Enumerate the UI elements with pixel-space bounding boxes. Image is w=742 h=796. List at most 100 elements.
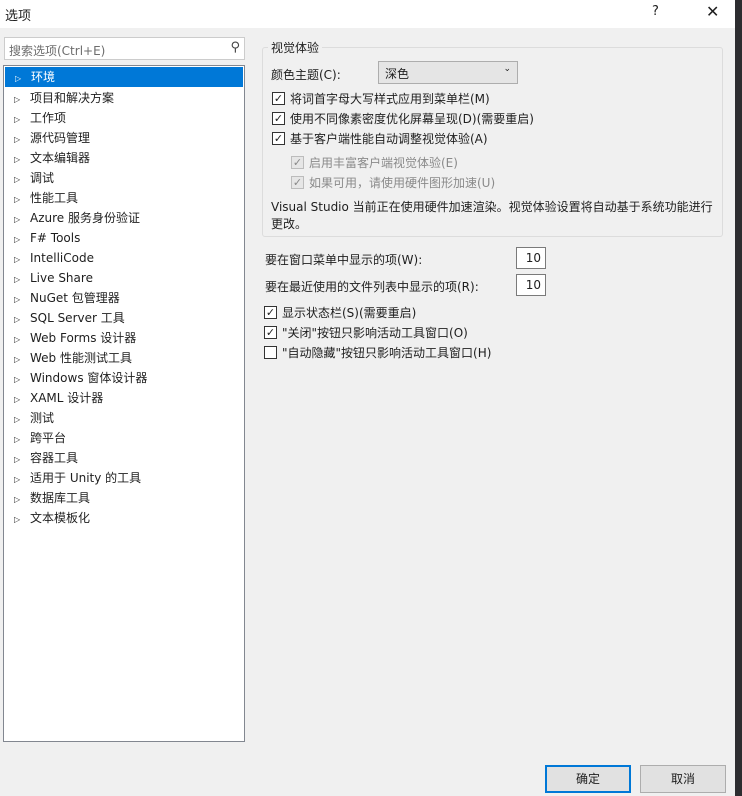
expand-arrow-icon[interactable]: ▷ [14,350,30,370]
expand-arrow-icon[interactable]: ▷ [14,230,30,250]
checkbox-icon[interactable]: ✓ [291,156,304,169]
tree-item-label: 跨平台 [30,431,67,445]
tree-item-label: 测试 [30,411,55,425]
tree-item-label: NuGet 包管理器 [30,291,120,305]
tree-item[interactable]: ▷ 工作项 [4,108,244,128]
option-checkbox[interactable]: ✓ 基于客户端性能自动调整视觉体验(A) [272,130,488,147]
tree-item[interactable]: ▷ Web 性能测试工具 [4,348,244,368]
checkbox-icon[interactable] [264,346,277,359]
tree-item-label: SQL Server 工具 [30,311,125,325]
option-checkbox[interactable]: ✓ 显示状态栏(S)(需要重启) [264,304,416,321]
expand-arrow-icon[interactable]: ▷ [14,370,30,390]
expand-arrow-icon[interactable]: ▷ [14,490,30,510]
tree-item[interactable]: ▷ F# Tools [4,228,244,248]
tree-item-label: 文本编辑器 [30,151,91,165]
checkbox-label: 启用丰富客户端视觉体验(E) [309,156,458,170]
tree-item-label: F# Tools [30,231,81,245]
tree-item[interactable]: ▷ 适用于 Unity 的工具 [4,468,244,488]
option-checkbox: ✓ 如果可用，请使用硬件图形加速(U) [291,174,495,191]
cancel-button[interactable]: 取消 [640,765,726,793]
expand-arrow-icon[interactable]: ▷ [14,270,30,290]
checkbox-label: 如果可用，请使用硬件图形加速(U) [309,176,496,190]
expand-arrow-icon[interactable]: ▷ [14,310,30,330]
tree-item[interactable]: ▷ 容器工具 [4,448,244,468]
expand-arrow-icon[interactable]: ▷ [14,150,30,170]
window-menu-count-input[interactable]: 10 [516,247,546,269]
tree-item-label: 容器工具 [30,451,79,465]
checkbox-label: "关闭"按钮只影响活动工具窗口(O) [282,326,468,340]
option-checkbox[interactable]: ✓ 使用不同像素密度优化屏幕呈现(D)(需要重启) [272,110,534,127]
expand-arrow-icon[interactable]: ▷ [14,130,30,150]
help-button[interactable]: ? [652,4,659,19]
tree-item[interactable]: ▷ 环境 [5,67,243,87]
tree-item-label: 工作项 [30,111,67,125]
expand-arrow-icon[interactable]: ▷ [14,390,30,410]
tree-item-label: Web 性能测试工具 [30,351,132,365]
tree-item-label: 性能工具 [30,191,79,205]
tree-item-label: 调试 [30,171,55,185]
tree-item-label: Live Share [30,271,93,285]
checkbox-icon[interactable]: ✓ [272,132,285,145]
tree-item[interactable]: ▷ IntelliCode [4,248,244,268]
tree-item[interactable]: ▷ Azure 服务身份验证 [4,208,244,228]
ok-button[interactable]: 确定 [545,765,631,793]
tree-item[interactable]: ▷ 调试 [4,168,244,188]
expand-arrow-icon[interactable]: ▷ [14,430,30,450]
search-placeholder: 搜索选项(Ctrl+E) [9,44,106,58]
group-label: 视觉体验 [268,39,323,56]
expand-arrow-icon[interactable]: ▷ [14,190,30,210]
tree-item-label: Web Forms 设计器 [30,331,137,345]
expand-arrow-icon[interactable]: ▷ [14,470,30,490]
tree-item[interactable]: ▷ 跨平台 [4,428,244,448]
background-strip [735,0,742,796]
tree-item-label: Azure 服务身份验证 [30,211,140,225]
options-tree[interactable]: ▷ 环境 ▷ 项目和解决方案 ▷ 工作项 ▷ 源代码管理 ▷ 文本编辑器 ▷ 调试 ▷ 性能工具 ▷ Azur… [3,65,245,742]
search-input[interactable]: 搜索选项(Ctrl+E) ⚲ [4,37,245,60]
expand-arrow-icon[interactable]: ▷ [14,330,30,350]
checkbox-icon[interactable]: ✓ [291,176,304,189]
expand-arrow-icon[interactable]: ▷ [14,290,30,310]
tree-item[interactable]: ▷ Web Forms 设计器 [4,328,244,348]
tree-item[interactable]: ▷ 测试 [4,408,244,428]
recent-files-count-input[interactable]: 10 [516,274,546,296]
expand-arrow-icon[interactable]: ▷ [14,90,30,110]
recent-files-label: 要在最近使用的文件列表中显示的项(R): [265,280,479,294]
checkbox-label: 基于客户端性能自动调整视觉体验(A) [290,132,488,146]
checkbox-icon[interactable]: ✓ [264,326,277,339]
window-menu-label: 要在窗口菜单中显示的项(W): [265,253,423,267]
tree-item[interactable]: ▷ 文本编辑器 [4,148,244,168]
expand-arrow-icon[interactable]: ▷ [14,250,30,270]
tree-item[interactable]: ▷ 文本模板化 [4,508,244,528]
tree-item[interactable]: ▷ Windows 窗体设计器 [4,368,244,388]
chevron-down-icon: ⌄ [503,64,511,74]
option-checkbox[interactable]: ✓ 将词首字母大写样式应用到菜单栏(M) [272,90,490,107]
tree-item[interactable]: ▷ 数据库工具 [4,488,244,508]
checkbox-icon[interactable]: ✓ [272,92,285,105]
expand-arrow-icon[interactable]: ▷ [15,69,31,89]
expand-arrow-icon[interactable]: ▷ [14,450,30,470]
tree-item[interactable]: ▷ 性能工具 [4,188,244,208]
expand-arrow-icon[interactable]: ▷ [14,210,30,230]
expand-arrow-icon[interactable]: ▷ [14,110,30,130]
tree-item-label: 源代码管理 [30,131,91,145]
theme-select[interactable]: 深色 ⌄ [378,61,518,84]
tree-item[interactable]: ▷ NuGet 包管理器 [4,288,244,308]
tree-item[interactable]: ▷ Live Share [4,268,244,288]
search-icon[interactable]: ⚲ [230,40,240,55]
tree-item[interactable]: ▷ 源代码管理 [4,128,244,148]
theme-label: 颜色主题(C): [271,68,341,82]
tree-item[interactable]: ▷ XAML 设计器 [4,388,244,408]
expand-arrow-icon[interactable]: ▷ [14,510,30,530]
tree-item[interactable]: ▷ SQL Server 工具 [4,308,244,328]
tree-item[interactable]: ▷ 项目和解决方案 [4,88,244,108]
checkbox-icon[interactable]: ✓ [272,112,285,125]
expand-arrow-icon[interactable]: ▷ [14,410,30,430]
checkbox-label: 显示状态栏(S)(需要重启) [282,306,417,320]
close-button[interactable]: ✕ [706,2,719,21]
option-checkbox[interactable]: ✓ "关闭"按钮只影响活动工具窗口(O) [264,324,468,341]
expand-arrow-icon[interactable]: ▷ [14,170,30,190]
checkbox-icon[interactable]: ✓ [264,306,277,319]
title-bar: 选项 ? ✕ [0,0,735,28]
tree-item-label: 环境 [31,70,56,84]
option-checkbox[interactable]: "自动隐藏"按钮只影响活动工具窗口(H) [264,344,491,361]
